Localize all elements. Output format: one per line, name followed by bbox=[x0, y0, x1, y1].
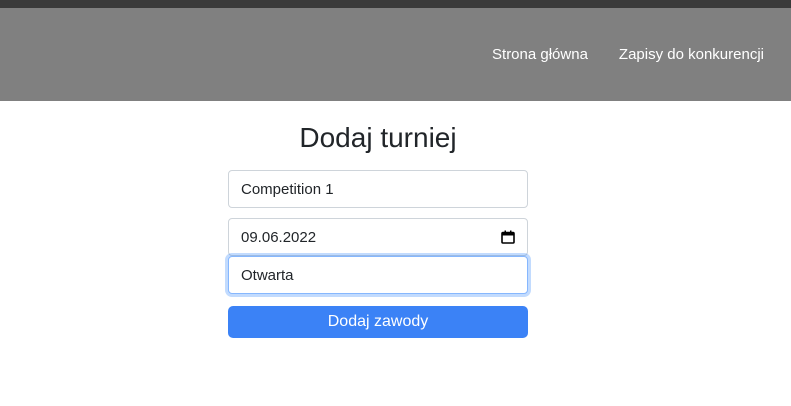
competition-name-input[interactable]: Competition 1 bbox=[228, 170, 528, 208]
competition-date-value: 09.06.2022 bbox=[241, 228, 317, 246]
calendar-icon[interactable] bbox=[501, 230, 515, 244]
nav-links: Strona główna Zapisy do konkurencji bbox=[492, 46, 764, 64]
competition-date-input[interactable]: 09.06.2022 bbox=[228, 218, 528, 256]
competition-type-value: Otwarta bbox=[241, 266, 294, 284]
nav-link-competition-signups[interactable]: Zapisy do konkurencji bbox=[619, 46, 764, 64]
page-title: Dodaj turniej bbox=[299, 122, 457, 153]
browser-top-strip bbox=[0, 0, 791, 8]
competition-type-input[interactable]: Otwarta bbox=[228, 256, 528, 294]
navbar: Strona główna Zapisy do konkurencji bbox=[0, 8, 791, 101]
add-competition-button[interactable]: Dodaj zawody bbox=[228, 306, 528, 338]
competition-name-value: Competition 1 bbox=[241, 180, 334, 198]
nav-link-home[interactable]: Strona główna bbox=[492, 46, 588, 64]
